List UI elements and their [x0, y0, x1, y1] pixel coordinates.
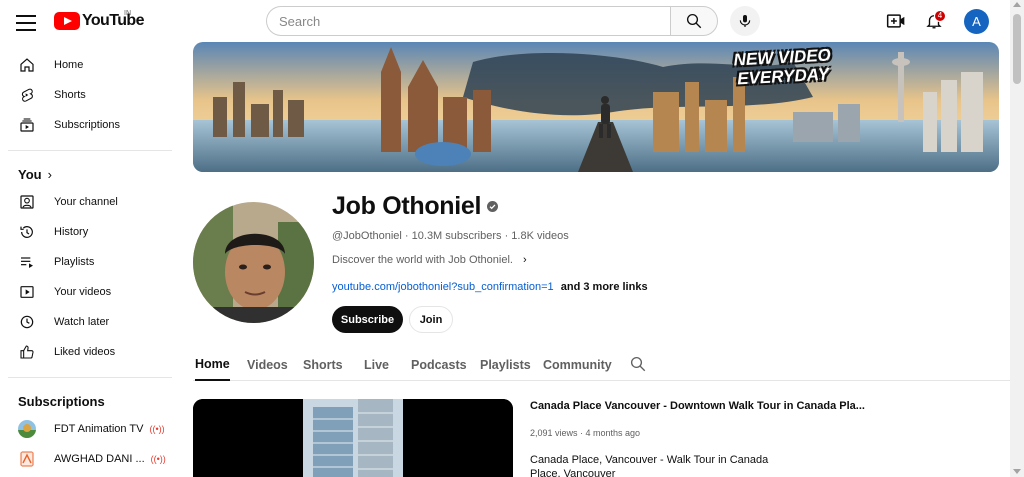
sidebar-item-label: Home: [54, 59, 84, 71]
voice-search-button[interactable]: [730, 6, 760, 36]
page-scrollbar[interactable]: [1010, 0, 1024, 477]
sidebar-item-home[interactable]: Home: [0, 50, 180, 80]
country-code: IN: [124, 10, 131, 17]
liked-videos-icon: [18, 343, 36, 361]
top-bar: YouTube IN 4 A: [0, 0, 1010, 42]
tab-podcasts[interactable]: Podcasts: [411, 348, 467, 381]
subscription-name: AWGHAD DANI ...: [54, 453, 145, 465]
more-links[interactable]: and 3 more links: [561, 281, 648, 293]
channel-link[interactable]: youtube.com/jobothoniel?sub_confirmation…: [332, 281, 554, 293]
create-button[interactable]: [884, 10, 908, 32]
sidebar-item-your-channel[interactable]: Your channel: [0, 187, 180, 217]
youtube-play-icon: [54, 12, 80, 30]
search-icon: [686, 13, 702, 29]
search-bar: [266, 6, 718, 36]
tab-playlists[interactable]: Playlists: [480, 348, 531, 381]
subscriptions-icon: [18, 116, 36, 134]
channel-avatar-icon: [18, 450, 36, 468]
chevron-right-icon: ›: [522, 254, 527, 266]
sidebar-divider: [8, 377, 172, 378]
sidebar-item-label: Playlists: [54, 256, 95, 268]
tab-videos[interactable]: Videos: [247, 348, 288, 381]
join-button[interactable]: Join: [409, 306, 453, 333]
subscription-name: FDT Animation TV: [54, 423, 144, 435]
account-avatar[interactable]: A: [964, 9, 989, 34]
sidebar: Home Shorts Subscriptions You › Your cha…: [0, 50, 180, 477]
channel-tabs: Home Videos Shorts Live Podcasts Playlis…: [193, 348, 1013, 381]
featured-video-description: Canada Place, Vancouver - Walk Tour in C…: [530, 454, 769, 477]
search-input[interactable]: [266, 6, 670, 36]
sidebar-item-label: Your channel: [54, 196, 118, 208]
channel-search-icon[interactable]: [629, 355, 647, 373]
notification-badge: 4: [934, 10, 946, 22]
microphone-icon: [739, 15, 751, 27]
sidebar-item-watch-later[interactable]: Watch later: [0, 307, 180, 337]
channel-meta: @JobOthoniel · 10.3M subscribers · 1.8K …: [332, 230, 569, 242]
tab-shorts[interactable]: Shorts: [303, 348, 343, 381]
verified-badge-icon: [487, 201, 499, 212]
banner-artwork: [193, 42, 999, 172]
profile-photo: [193, 202, 314, 323]
sidebar-item-shorts[interactable]: Shorts: [0, 80, 180, 110]
subscription-item-fdt-animation-tv[interactable]: FDT Animation TV ((•)): [0, 414, 180, 444]
playlists-icon: [18, 253, 36, 271]
scrollbar-thumb[interactable]: [1013, 14, 1021, 84]
channel-banner: NEW VIDEO EVERYDAY: [193, 42, 999, 172]
history-icon: [18, 223, 36, 241]
channel-name-text: Job Othoniel: [332, 192, 482, 220]
channel-name: Job Othoniel: [332, 192, 499, 221]
sidebar-divider: [8, 150, 172, 151]
sidebar-item-label: Watch later: [54, 316, 110, 328]
sidebar-item-playlists[interactable]: Playlists: [0, 247, 180, 277]
your-videos-icon: [18, 283, 36, 301]
subscriptions-heading: Subscriptions: [18, 393, 105, 409]
subscription-item-awghad-dani[interactable]: AWGHAD DANI ... ((•)): [0, 444, 180, 474]
you-section-heading[interactable]: You ›: [0, 161, 180, 187]
search-button[interactable]: [670, 6, 718, 36]
sidebar-item-liked-videos[interactable]: Liked videos: [0, 337, 180, 367]
tab-home[interactable]: Home: [195, 348, 230, 381]
sidebar-item-subscriptions[interactable]: Subscriptions: [0, 110, 180, 140]
sidebar-item-label: Shorts: [54, 89, 86, 101]
live-icon: ((•)): [149, 424, 165, 434]
sidebar-item-your-videos[interactable]: Your videos: [0, 277, 180, 307]
sidebar-item-label: Liked videos: [54, 346, 116, 358]
tab-live[interactable]: Live: [364, 348, 389, 381]
shorts-icon: [18, 86, 36, 104]
featured-video-title[interactable]: Canada Place Vancouver - Downtown Walk T…: [530, 400, 865, 412]
scroll-up-icon[interactable]: [1013, 2, 1021, 7]
logo-text: YouTube: [82, 12, 144, 29]
sidebar-item-label: Your videos: [54, 286, 112, 298]
subscribe-button[interactable]: Subscribe: [332, 306, 403, 333]
sidebar-item-label: Subscriptions: [54, 119, 121, 131]
you-heading-label: You: [18, 166, 42, 182]
create-video-icon: [886, 14, 905, 28]
chevron-right-icon: ›: [47, 166, 52, 182]
sidebar-item-history[interactable]: History: [0, 217, 180, 247]
thumbnail-image: [193, 399, 513, 477]
watch-later-icon: [18, 313, 36, 331]
tab-community[interactable]: Community: [543, 348, 612, 381]
sidebar-item-label: History: [54, 226, 89, 238]
channel-description[interactable]: Discover the world with Job Othoniel. ›: [332, 254, 527, 266]
channel-description-text: Discover the world with Job Othoniel.: [332, 254, 513, 266]
your-channel-icon: [18, 193, 36, 211]
featured-video-thumbnail[interactable]: [193, 399, 513, 477]
home-icon: [18, 56, 36, 74]
channel-profile-avatar[interactable]: [193, 202, 314, 323]
scroll-down-icon[interactable]: [1013, 469, 1021, 474]
menu-icon[interactable]: [16, 12, 36, 31]
featured-video-meta: 2,091 views · 4 months ago: [530, 428, 641, 438]
channel-links: youtube.com/jobothoniel?sub_confirmation…: [332, 281, 648, 293]
channel-avatar-icon: [18, 420, 36, 438]
live-icon: ((•)): [150, 454, 166, 464]
banner-tagline: NEW VIDEO EVERYDAY: [733, 45, 832, 88]
